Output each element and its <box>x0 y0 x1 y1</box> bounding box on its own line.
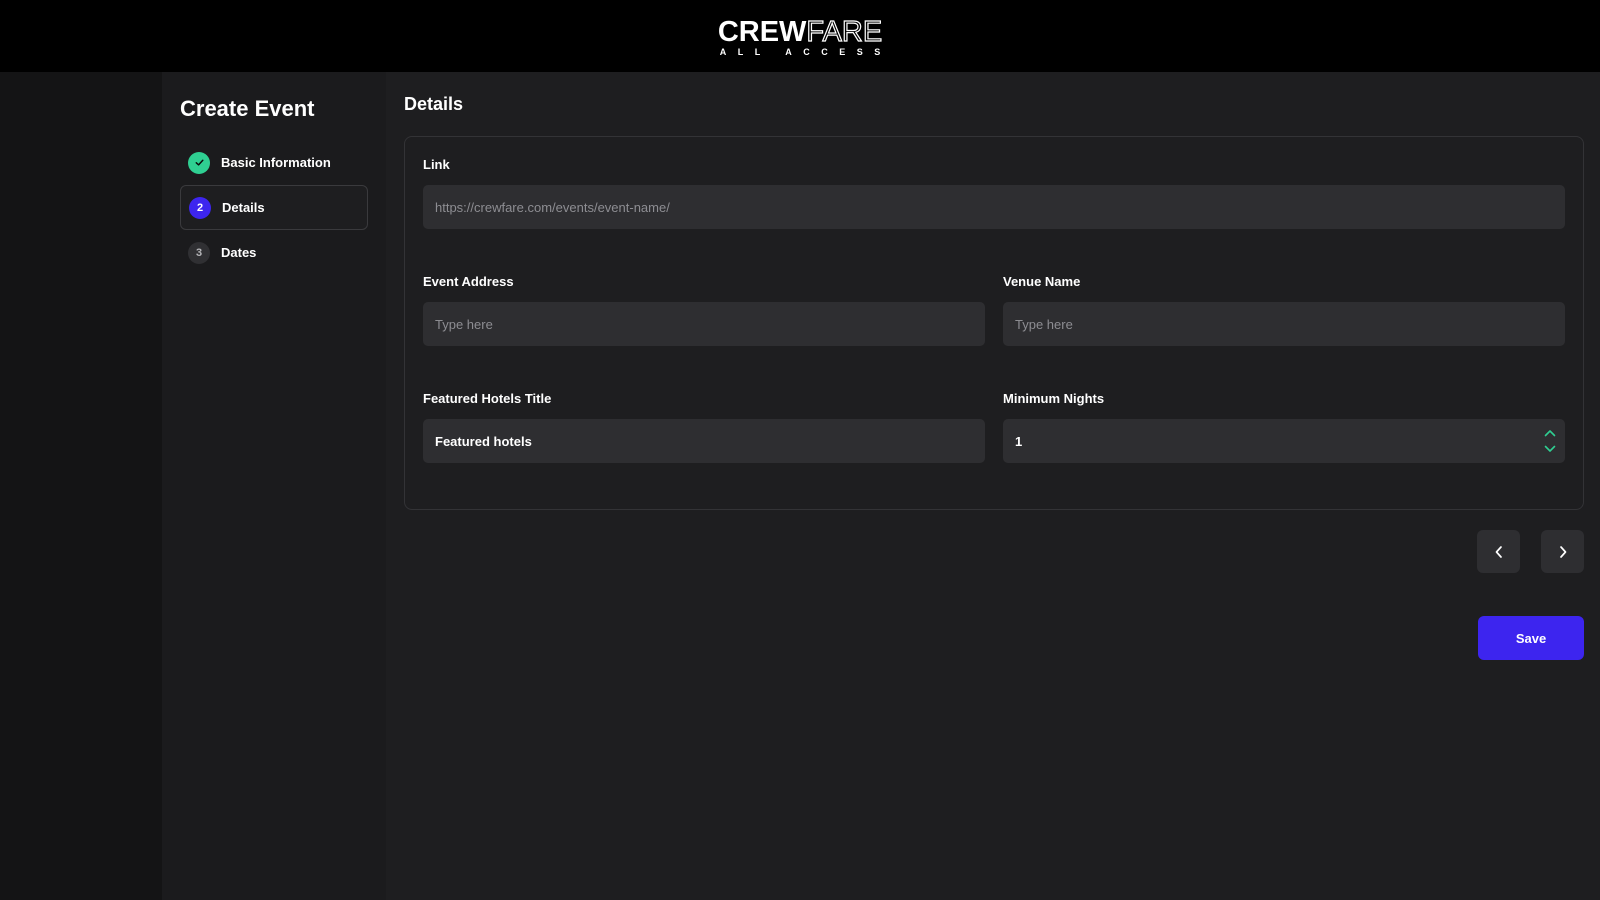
minimum-nights-label: Minimum Nights <box>1003 391 1105 406</box>
next-step-button[interactable] <box>1541 530 1584 573</box>
left-gutter <box>0 72 162 900</box>
logo-wordmark: CREW FARE <box>717 15 883 48</box>
chevron-up-icon[interactable] <box>1544 429 1556 437</box>
step-basic-information[interactable]: Basic Information <box>180 140 368 185</box>
venue-name-input[interactable] <box>1003 302 1565 346</box>
chevron-right-icon <box>1559 545 1566 558</box>
sidebar: Create Event Basic Information 2 Details… <box>162 72 386 900</box>
step-label: Details <box>222 200 265 215</box>
minimum-nights-input[interactable] <box>1003 419 1565 463</box>
step-label: Dates <box>221 245 257 260</box>
minimum-nights-stepper[interactable] <box>1543 429 1557 453</box>
step-number-badge: 2 <box>189 196 211 219</box>
save-button[interactable]: Save <box>1478 616 1584 660</box>
details-form-card: Link Event Address Venue Name Featured H… <box>404 136 1584 510</box>
event-address-label: Event Address <box>423 274 514 289</box>
event-address-input[interactable] <box>423 302 985 346</box>
link-input[interactable] <box>423 185 1565 229</box>
logo-outline-text: FARE <box>806 15 883 48</box>
logo-tagline: ALL ACCESS <box>719 46 892 57</box>
step-label: Basic Information <box>221 155 331 170</box>
logo-bold-text: CREW <box>717 15 807 48</box>
minimum-nights-wrapper <box>1003 419 1565 463</box>
previous-step-button[interactable] <box>1477 530 1520 573</box>
chevron-left-icon <box>1495 545 1502 558</box>
link-label: Link <box>423 157 450 172</box>
featured-hotels-title-input[interactable] <box>423 419 985 463</box>
venue-name-label: Venue Name <box>1003 274 1081 289</box>
sidebar-title: Create Event <box>180 96 315 121</box>
main-content: Details Link Event Address Venue Name Fe… <box>386 72 1600 900</box>
check-icon <box>188 151 210 174</box>
chevron-down-icon[interactable] <box>1544 445 1556 453</box>
step-dates[interactable]: 3 Dates <box>180 230 368 275</box>
page-title: Details <box>404 94 464 114</box>
featured-hotels-title-label: Featured Hotels Title <box>423 391 552 406</box>
step-details[interactable]: 2 Details <box>180 185 368 230</box>
step-number-badge: 3 <box>188 241 210 264</box>
crewfare-logo[interactable]: CREW FARE ALL ACCESS <box>717 15 883 58</box>
top-bar: CREW FARE ALL ACCESS <box>0 0 1600 72</box>
